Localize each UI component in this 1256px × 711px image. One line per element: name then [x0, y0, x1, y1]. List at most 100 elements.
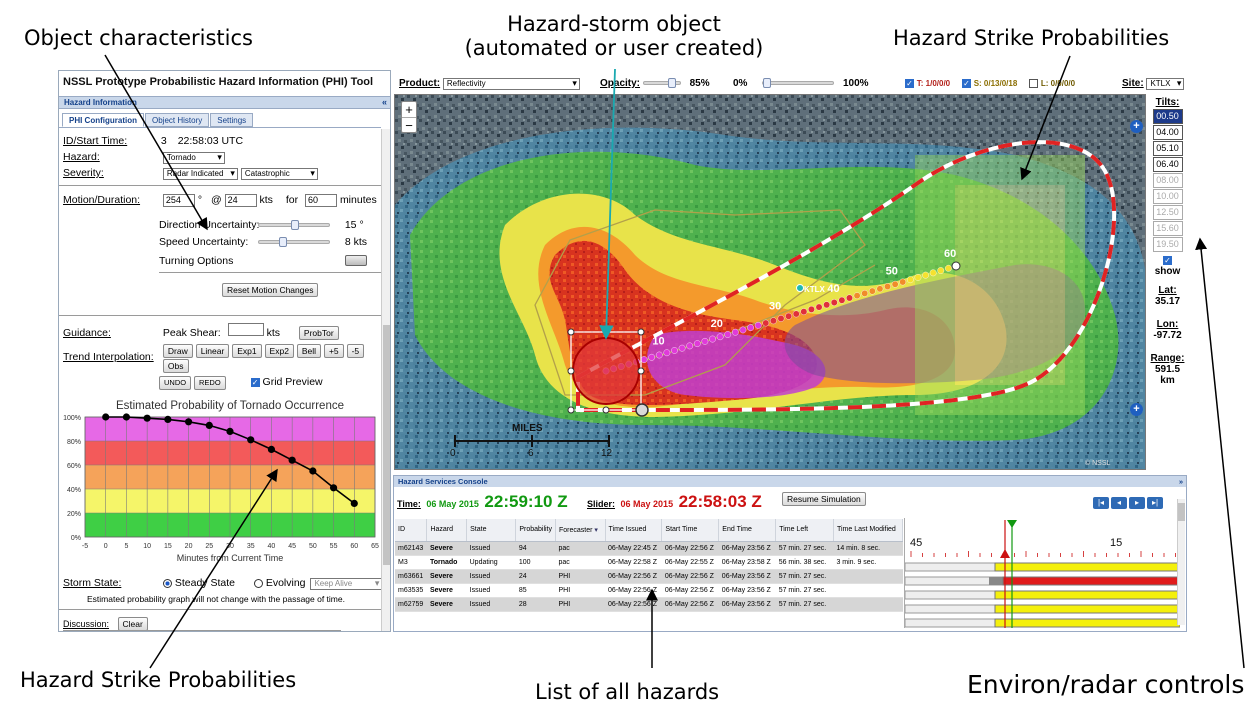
radar-display[interactable]: 10 20 30 40 50 60 KTLX MILES 0 6 12 © NSSL	[395, 95, 1146, 470]
chevron-down-icon[interactable]: ▾	[592, 527, 598, 534]
product-select[interactable]: Reflectivity	[442, 78, 580, 90]
track-point[interactable]	[739, 326, 747, 334]
track-point[interactable]	[671, 347, 678, 354]
object-handle[interactable]	[637, 367, 645, 375]
track-point[interactable]	[731, 328, 739, 336]
trend-minus5-button[interactable]: -5	[346, 344, 365, 358]
track-point[interactable]	[678, 344, 686, 352]
column-end-time[interactable]: End Time	[718, 519, 777, 542]
object-handle[interactable]	[637, 328, 645, 336]
last-frame-button[interactable]: ▸|	[1147, 497, 1163, 509]
scrollbar-thumb[interactable]	[383, 325, 390, 565]
track-point[interactable]	[899, 278, 907, 286]
track-point[interactable]	[792, 310, 800, 318]
probability-point[interactable]	[350, 499, 358, 507]
peak-shear-input[interactable]	[227, 323, 264, 336]
track-point[interactable]	[709, 335, 716, 343]
evolving-radio[interactable]: Evolving	[253, 577, 306, 589]
track-point[interactable]	[754, 321, 762, 329]
severity-select-level[interactable]: Catastrophic	[240, 168, 318, 180]
column-state[interactable]: State	[466, 519, 517, 542]
track-point[interactable]	[655, 351, 663, 359]
track-point[interactable]	[830, 299, 838, 306]
speed-uncertainty-slider[interactable]	[257, 237, 330, 248]
tilt-button[interactable]: 06.40	[1152, 157, 1183, 172]
probability-point[interactable]	[226, 427, 234, 435]
track-point[interactable]	[693, 340, 701, 348]
motion-speed-input[interactable]: 24	[224, 194, 257, 207]
direction-uncertainty-slider[interactable]	[257, 220, 330, 231]
next-frame-button[interactable]: ▸	[1129, 497, 1145, 509]
redo-button[interactable]: REDO	[194, 376, 226, 390]
tilt-button[interactable]: 05.10	[1152, 141, 1183, 156]
collapse-icon[interactable]: »	[1179, 476, 1183, 487]
turning-options-toggle-icon[interactable]	[345, 255, 367, 266]
motion-direction-input[interactable]: 254	[162, 194, 195, 207]
track-point[interactable]	[663, 349, 671, 357]
trend-bell-button[interactable]: Bell	[296, 344, 322, 358]
column-forecaster[interactable]: Forecaster ▾	[555, 519, 606, 542]
scrollbar-thumb[interactable]	[1178, 503, 1185, 521]
track-point[interactable]	[762, 319, 770, 327]
grid-preview-option[interactable]: ✓ Grid Preview	[250, 376, 323, 388]
track-point[interactable]	[929, 269, 937, 277]
table-row[interactable]: M3 Tornado Updating 100 pac 06-May 22:58…	[395, 555, 903, 570]
object-handle[interactable]	[567, 367, 575, 375]
first-frame-button[interactable]: |◂	[1093, 497, 1109, 509]
track-point[interactable]	[648, 353, 656, 361]
timeline-graph[interactable]: 45 15	[904, 518, 1181, 628]
track-point[interactable]	[937, 267, 945, 274]
duration-input[interactable]: 60	[305, 194, 338, 207]
severity-select-indication[interactable]: Radar Indicated	[162, 168, 238, 180]
hazard-timeline[interactable]: 45 15	[904, 518, 1181, 628]
trend-linear-button[interactable]: Linear	[195, 344, 230, 358]
keep-alive-select[interactable]: Keep Alive	[310, 578, 383, 590]
probtor-button[interactable]: ProbTor	[298, 326, 339, 340]
timeline-bar-severe[interactable]	[994, 604, 1181, 614]
track-point[interactable]	[868, 287, 876, 295]
track-point[interactable]	[716, 333, 724, 341]
column-hazard[interactable]: Hazard	[426, 519, 468, 542]
trend-obs-button[interactable]: Obs	[162, 359, 189, 373]
timeline-bar-severe[interactable]	[994, 562, 1181, 572]
track-point[interactable]	[701, 337, 709, 345]
trend-exp1-button[interactable]: Exp1	[232, 344, 262, 358]
track-point[interactable]	[914, 274, 922, 281]
slider-knob[interactable]	[291, 220, 300, 231]
table-row[interactable]: m63661 Severe Issued 24 PHI 06-May 22:56…	[395, 569, 903, 584]
hazard-select[interactable]: Tornado	[162, 152, 225, 164]
undo-button[interactable]: UNDO	[159, 376, 192, 390]
reset-motion-button[interactable]: Reset Motion Changes	[222, 283, 319, 297]
object-handle[interactable]	[602, 406, 610, 414]
timeline-bar-severe[interactable]	[994, 590, 1181, 600]
track-point[interactable]	[777, 315, 785, 322]
track-point[interactable]	[808, 305, 815, 313]
tilt-button[interactable]: 10.00	[1152, 189, 1183, 204]
slider-knob[interactable]	[279, 237, 288, 248]
radar-map[interactable]: 10 20 30 40 50 60 KTLX MILES 0 6 12 © NSSL + …	[394, 94, 1146, 470]
table-row[interactable]: m62143 Severe Issued 94 pac 06-May 22:45…	[395, 541, 903, 556]
console-scrollbar[interactable]	[1177, 499, 1185, 625]
track-point[interactable]	[906, 276, 914, 284]
tab-phi-configuration[interactable]: PHI Configuration	[62, 113, 144, 127]
probability-point[interactable]	[267, 445, 276, 453]
probability-chart[interactable]: Estimated Probability of Tornado Occurre…	[59, 395, 381, 567]
probability-point[interactable]	[329, 484, 338, 492]
column-probability[interactable]: Probability	[515, 519, 556, 542]
track-point[interactable]	[815, 303, 823, 311]
column-time-last-modified[interactable]: Time Last Modified	[833, 519, 904, 542]
timeline-bar-tornado[interactable]	[1002, 576, 1181, 586]
hazard-storm-object[interactable]	[572, 337, 640, 405]
column-id[interactable]: ID	[395, 519, 428, 542]
probability-point[interactable]	[122, 413, 131, 421]
panel-scrollbar[interactable]	[381, 129, 390, 631]
probability-point[interactable]	[164, 415, 172, 423]
track-point[interactable]	[785, 312, 793, 320]
track-point[interactable]	[846, 294, 853, 302]
probability-point[interactable]	[184, 418, 193, 426]
column-time-issued[interactable]: Time Issued	[605, 519, 663, 542]
tilt-button[interactable]: 19.50	[1152, 237, 1183, 252]
tab-object-history[interactable]: Object History	[145, 113, 210, 127]
track-point[interactable]	[800, 308, 808, 316]
opacity-slider[interactable]	[642, 78, 681, 89]
